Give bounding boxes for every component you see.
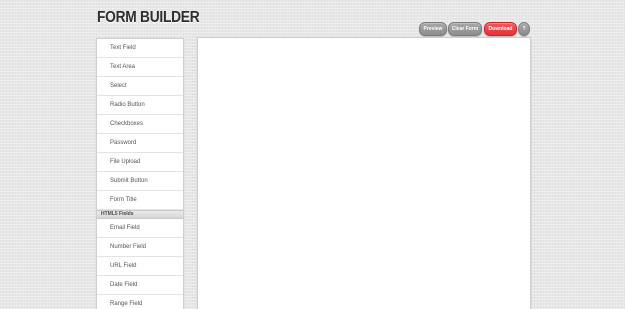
preview-button[interactable]: Preview <box>419 22 447 36</box>
palette-item-range-field[interactable]: Range Field <box>97 295 183 309</box>
palette-item-number-field[interactable]: Number Field <box>97 238 183 257</box>
palette-item-radio-button[interactable]: Radio Button <box>97 96 183 115</box>
palette-item-date-field[interactable]: Date Field <box>97 276 183 295</box>
html5-section-header: HTML5 Fields <box>97 210 183 219</box>
palette-item-password[interactable]: Password <box>97 134 183 153</box>
download-button[interactable]: Download <box>484 22 517 36</box>
palette-item-text-field[interactable]: Text Field <box>97 39 183 58</box>
form-canvas[interactable] <box>197 37 531 309</box>
field-palette: Text Field Text Area Select Radio Button… <box>96 38 184 309</box>
palette-item-select[interactable]: Select <box>97 77 183 96</box>
palette-item-checkboxes[interactable]: Checkboxes <box>97 115 183 134</box>
palette-item-email-field[interactable]: Email Field <box>97 219 183 238</box>
app-title: FORM BUILDER <box>97 9 200 26</box>
palette-item-submit-button[interactable]: Submit Button <box>97 172 183 191</box>
help-button[interactable]: ? <box>518 22 530 36</box>
clear-form-button[interactable]: Clear Form <box>448 22 482 36</box>
palette-item-url-field[interactable]: URL Field <box>97 257 183 276</box>
palette-item-text-area[interactable]: Text Area <box>97 58 183 77</box>
palette-item-form-title[interactable]: Form Title <box>97 191 183 210</box>
palette-item-file-upload[interactable]: File Upload <box>97 153 183 172</box>
